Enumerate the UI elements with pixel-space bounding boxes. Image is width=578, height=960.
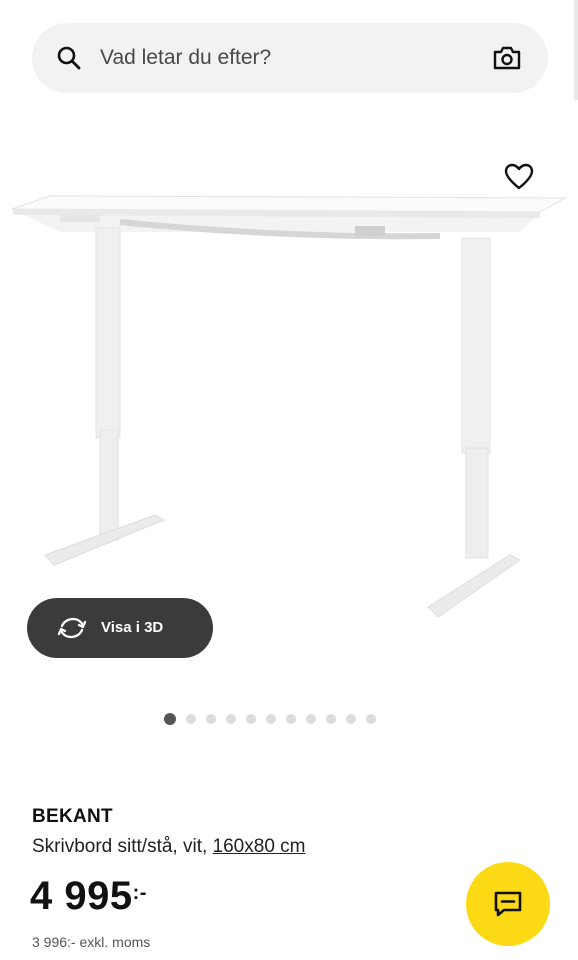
carousel-dot[interactable] bbox=[366, 714, 376, 724]
product-size-link[interactable]: 160x80 cm bbox=[213, 836, 306, 857]
search-bar[interactable]: Vad letar du efter? bbox=[32, 23, 548, 93]
chat-icon bbox=[494, 891, 522, 917]
carousel-dot[interactable] bbox=[266, 714, 276, 724]
chat-button[interactable] bbox=[466, 862, 550, 946]
search-icon bbox=[57, 46, 81, 70]
carousel-dot[interactable] bbox=[206, 714, 216, 724]
scrollbar[interactable] bbox=[574, 0, 578, 100]
carousel-dot[interactable] bbox=[286, 714, 296, 724]
product-description: Skrivbord sitt/stå, vit, 160x80 cm bbox=[32, 836, 306, 858]
view-in-3d-label: Visa i 3D bbox=[101, 619, 164, 636]
camera-icon[interactable] bbox=[492, 45, 522, 71]
search-input[interactable]: Vad letar du efter? bbox=[100, 23, 271, 93]
carousel-dot[interactable] bbox=[226, 714, 236, 724]
product-price: 4 995:- bbox=[30, 874, 147, 919]
product-name: BEKANT bbox=[32, 806, 113, 827]
carousel-dot[interactable] bbox=[326, 714, 336, 724]
carousel-dot[interactable] bbox=[346, 714, 356, 724]
heart-icon[interactable] bbox=[502, 160, 536, 194]
price-main: 4 995 bbox=[30, 874, 133, 918]
carousel-dot[interactable] bbox=[246, 714, 256, 724]
price-excl-vat: 3 996:- exkl. moms bbox=[32, 934, 151, 950]
carousel-dots bbox=[164, 712, 376, 726]
carousel-dot[interactable] bbox=[306, 714, 316, 724]
rotate-3d-icon bbox=[57, 617, 87, 639]
product-description-text: Skrivbord sitt/stå, vit, bbox=[32, 836, 213, 857]
carousel-dot[interactable] bbox=[186, 714, 196, 724]
view-in-3d-button[interactable]: Visa i 3D bbox=[27, 598, 213, 658]
price-suffix: :- bbox=[132, 882, 147, 904]
carousel-dot[interactable] bbox=[164, 713, 176, 725]
